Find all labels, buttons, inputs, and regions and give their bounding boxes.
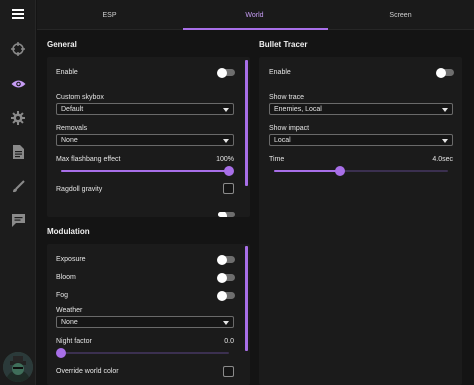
general-scrollbar[interactable] (245, 60, 248, 186)
hamburger-icon (12, 9, 24, 19)
tab-esp[interactable]: ESP (37, 0, 182, 30)
slider-thumb[interactable] (224, 166, 234, 176)
show-impact-select[interactable]: Local (269, 134, 453, 146)
sidebar-item-chat[interactable] (8, 210, 28, 230)
general-title: General (47, 40, 77, 49)
tab-world[interactable]: World (182, 0, 327, 30)
bloom-label: Bloom (56, 274, 76, 281)
avatar[interactable] (3, 352, 33, 382)
chevron-down-icon (442, 107, 448, 112)
tab-screen[interactable]: Screen (327, 0, 474, 30)
fog-label: Fog (56, 292, 69, 299)
ragdoll-label: Ragdoll gravity (56, 186, 103, 193)
weather-value: None (61, 318, 78, 326)
chevron-down-icon (223, 138, 229, 143)
slider-thumb[interactable] (335, 166, 346, 176)
tab-bar: ESP World Screen (37, 0, 474, 30)
show-impact-label: Show impact (269, 125, 310, 132)
show-impact-value: Local (274, 136, 291, 144)
ragdoll-checkbox[interactable] (223, 183, 234, 194)
flashbang-label: Max flashbang effect (56, 156, 121, 163)
document-icon (12, 145, 24, 159)
brush-icon (12, 179, 25, 192)
bullet-tracer-title: Bullet Tracer (259, 40, 308, 49)
weather-select[interactable]: None (56, 316, 234, 328)
chevron-down-icon (223, 320, 229, 325)
slider-fill (274, 170, 341, 172)
weather-label: Weather (56, 307, 83, 314)
exposure-label: Exposure (56, 256, 86, 263)
show-trace-label: Show trace (269, 94, 305, 101)
override-world-color-checkbox[interactable] (223, 366, 234, 377)
chat-icon (11, 213, 25, 227)
fog-toggle[interactable] (217, 290, 235, 301)
time-value: 4.0sec (432, 156, 453, 163)
sidebar-item-misc[interactable] (8, 108, 28, 128)
show-trace-select[interactable]: Enemies, Local (269, 103, 453, 115)
time-slider[interactable] (274, 166, 448, 176)
night-factor-value: 0.0 (224, 338, 234, 345)
menu-button[interactable] (8, 4, 28, 24)
override-world-color-label: Override world color (56, 368, 119, 375)
chevron-down-icon (442, 138, 448, 143)
toggle-knob (217, 67, 227, 78)
sidebar-item-visuals[interactable] (8, 74, 28, 94)
sidebar-item-aimbot[interactable] (8, 39, 28, 59)
tracer-enable-label: Enable (269, 69, 291, 76)
chevron-down-icon (223, 107, 229, 112)
slider-thumb[interactable] (56, 348, 66, 358)
avatar-image-icon (3, 352, 33, 382)
night-factor-slider[interactable] (56, 348, 229, 358)
general-enable-label: Enable (56, 69, 78, 76)
slider-track (61, 352, 229, 354)
active-tab-indicator (183, 28, 328, 30)
modulation-panel (47, 244, 250, 385)
skybox-select[interactable]: Default (56, 103, 234, 115)
toggle-knob (217, 254, 227, 265)
toggle-knob (217, 272, 227, 283)
time-label: Time (269, 156, 285, 163)
flashbang-value: 100% (216, 156, 234, 163)
flashbang-slider[interactable] (61, 166, 234, 176)
bloom-toggle[interactable] (217, 272, 235, 283)
skybox-label: Custom skybox (56, 94, 104, 101)
crosshair-icon (11, 42, 25, 56)
toggle-knob (218, 212, 227, 217)
night-factor-label: Night factor (56, 338, 92, 345)
general-enable-toggle[interactable] (217, 67, 235, 78)
sidebar-item-skins[interactable] (8, 176, 28, 196)
sidebar-item-configs[interactable] (8, 142, 28, 162)
skybox-value: Default (61, 105, 84, 113)
modulation-scrollbar[interactable] (245, 246, 248, 351)
tracer-enable-toggle[interactable] (436, 67, 454, 78)
removals-label: Removals (56, 125, 88, 132)
removals-value: None (61, 136, 78, 144)
exposure-toggle[interactable] (217, 254, 235, 265)
removals-select[interactable]: None (56, 134, 234, 146)
eye-icon (11, 80, 25, 88)
modulation-title: Modulation (47, 227, 90, 236)
general-partial-toggle[interactable] (218, 212, 235, 217)
toggle-knob (436, 67, 446, 78)
gear-icon (11, 111, 25, 125)
slider-fill (61, 170, 229, 172)
toggle-knob (217, 290, 227, 301)
show-trace-value: Enemies, Local (274, 105, 322, 113)
sidebar (0, 0, 36, 385)
